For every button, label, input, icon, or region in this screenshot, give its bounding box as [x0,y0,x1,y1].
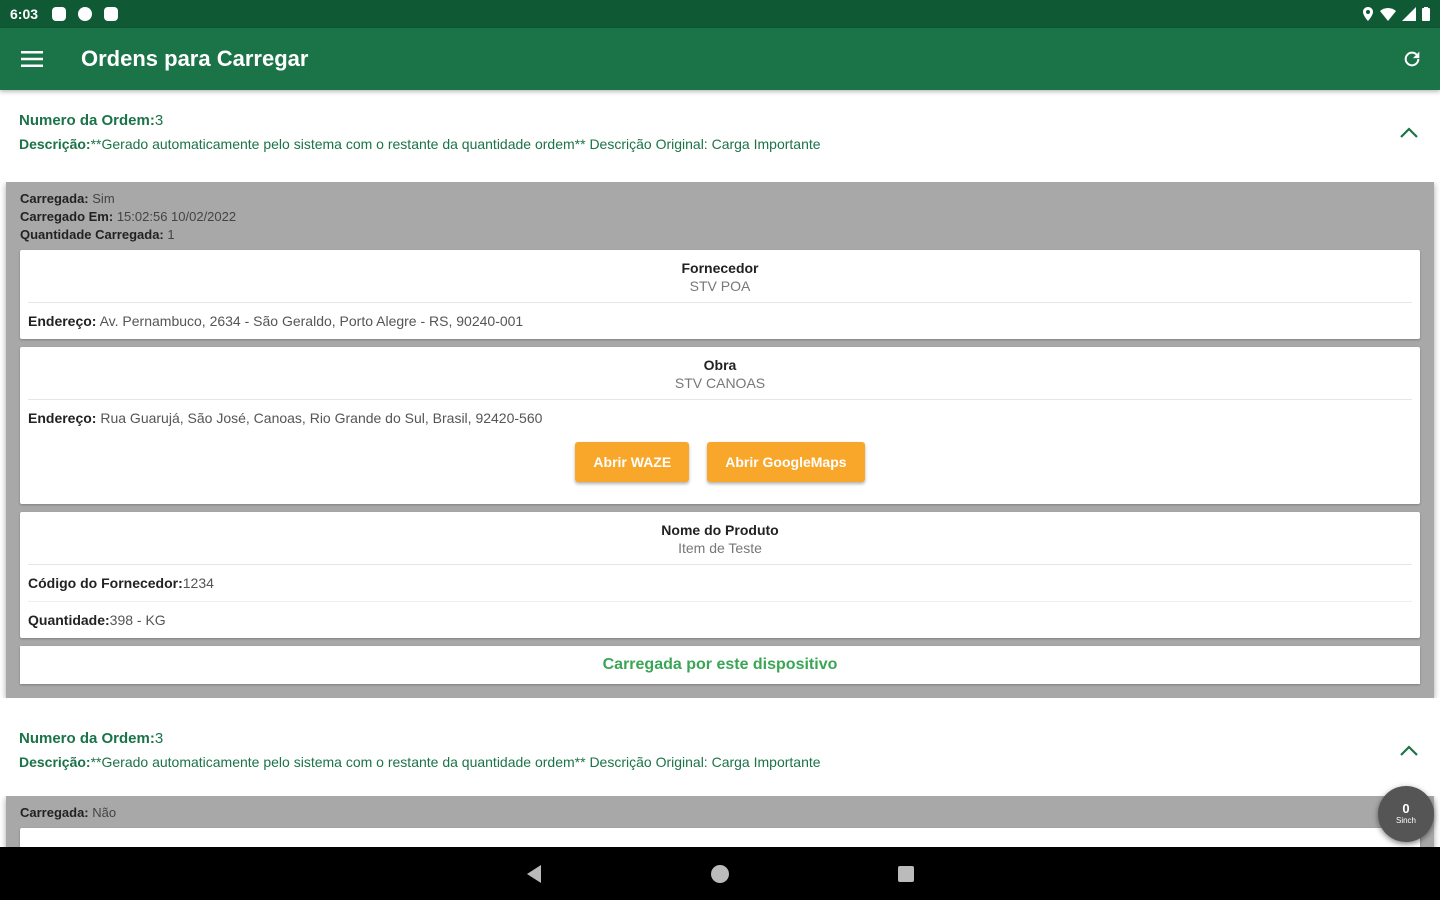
sync-count: 0 [1402,801,1410,816]
order-number: Numero da Ordem:3 [19,112,1421,129]
order-details: Carregada: Sim Carregado Em: 15:02:56 10… [6,182,1434,698]
home-circle-icon [711,864,729,883]
loaded-value: Sim [92,191,115,206]
refresh-icon [1404,51,1420,67]
supplier-code-label: Código do Fornecedor: [28,575,183,591]
system-nav-bar [0,847,1440,900]
order-description-label: Descrição: [19,754,91,770]
product-card: Nome do Produto Item de Teste Código do … [20,512,1420,638]
hamburger-icon [21,51,43,67]
order-header[interactable]: Numero da Ordem:3 Descrição:**Gerado aut… [0,90,1440,182]
home-button[interactable] [702,856,738,892]
app-bar: Ordens para Carregar [0,28,1440,90]
chevron-up-icon[interactable] [1398,744,1420,758]
loaded-value: Não [92,805,117,820]
product-quantity-value: 398 - KG [109,612,166,628]
order-description-label: Descrição: [19,136,91,152]
open-googlemaps-button[interactable]: Abrir GoogleMaps [707,442,865,482]
notification-icon [52,7,67,21]
order-details: Carregada: Não [6,796,1434,847]
order-divider [0,698,1440,708]
loaded-at: Carregado Em: 15:02:56 10/02/2022 [20,208,1420,226]
product-header: Nome do Produto Item de Teste [28,512,1412,565]
open-waze-button[interactable]: Abrir WAZE [575,442,690,482]
loaded-label: Carregada: [20,805,89,820]
loaded-at-value: 15:02:56 10/02/2022 [116,209,237,224]
supplier-header: Fornecedor STV POA [28,250,1412,303]
quantity-loaded-value: 1 [167,227,175,242]
order-description-value: **Gerado automaticamente pelo sistema co… [90,754,821,770]
quantity-loaded: Quantidade Carregada: 1 [20,226,1420,244]
app-notification-icon [78,7,93,21]
sync-label: Sinch [1395,816,1416,825]
status-time: 6:03 [10,6,39,22]
site-address-label: Endereço: [28,410,97,426]
product-quantity: Quantidade:398 - KG [28,601,1412,638]
navigation-buttons: Abrir WAZE Abrir GoogleMaps [20,436,1420,504]
order-list[interactable]: Numero da Ordem:3 Descrição:**Gerado aut… [0,90,1440,847]
supplier-code-value: 1234 [182,575,214,591]
site-header: Obra STV CANOAS [28,347,1412,400]
status-bar: 6:03 [0,0,1440,28]
order-number: Numero da Ordem:3 [19,730,1421,747]
supplier-address-value: Av. Pernambuco, 2634 - São Geraldo, Port… [99,313,524,329]
supplier-card [20,828,1420,847]
menu-button[interactable] [0,28,64,90]
loaded-status: Carregada: Não [20,804,1420,822]
supplier-name: STV POA [689,278,751,294]
order-number-label: Numero da Ordem: [19,112,155,129]
site-name: STV CANOAS [674,375,766,391]
wifi-icon [1380,8,1396,21]
site-address: Endereço: Rua Guarujá, São José, Canoas,… [28,400,1412,436]
page-title: Ordens para Carregar [81,46,309,71]
status-icons [1362,7,1430,21]
chevron-up-icon[interactable] [1398,126,1420,140]
order-description-value: **Gerado automaticamente pelo sistema co… [90,136,821,152]
product-quantity-label: Quantidade: [28,612,110,628]
supplier-card: Fornecedor STV POA Endereço: Av. Pernamb… [20,250,1420,339]
sd-card-icon [104,7,119,21]
refresh-button[interactable] [1384,28,1440,90]
loaded-status: Carregada: Sim [20,190,1420,208]
location-icon [1363,7,1373,21]
loaded-at-label: Carregado Em: [20,209,114,224]
product-title: Nome do Produto [661,522,779,538]
battery-icon [1422,7,1430,21]
order-description: Descrição:**Gerado automaticamente pelo … [19,136,1421,152]
order-number-label: Numero da Ordem: [19,730,155,747]
site-card: Obra STV CANOAS Endereço: Rua Guarujá, S… [20,347,1420,504]
order-number-value: 3 [154,112,164,129]
recents-button[interactable] [888,856,924,892]
loaded-label: Carregada: [20,191,89,206]
supplier-title: Fornecedor [681,260,759,276]
recents-square-icon [898,865,914,882]
supplier-address-label: Endereço: [28,313,97,329]
order-description: Descrição:**Gerado automaticamente pelo … [19,754,1421,770]
order-header[interactable]: Numero da Ordem:3 Descrição:**Gerado aut… [0,708,1440,796]
back-triangle-icon [527,864,541,883]
site-address-value: Rua Guarujá, São José, Canoas, Rio Grand… [100,410,543,426]
signal-icon [1402,7,1416,21]
product-name: Item de Teste [678,540,762,556]
order-number-value: 3 [154,730,164,747]
supplier-code: Código do Fornecedor:1234 [28,565,1412,601]
supplier-address: Endereço: Av. Pernambuco, 2634 - São Ger… [28,303,1412,339]
site-title: Obra [703,357,737,373]
quantity-loaded-label: Quantidade Carregada: [20,227,164,242]
sync-counter-button[interactable]: 0 Sinch [1378,786,1434,842]
device-status-banner: Carregada por este dispositivo [20,646,1420,684]
back-button[interactable] [516,856,552,892]
